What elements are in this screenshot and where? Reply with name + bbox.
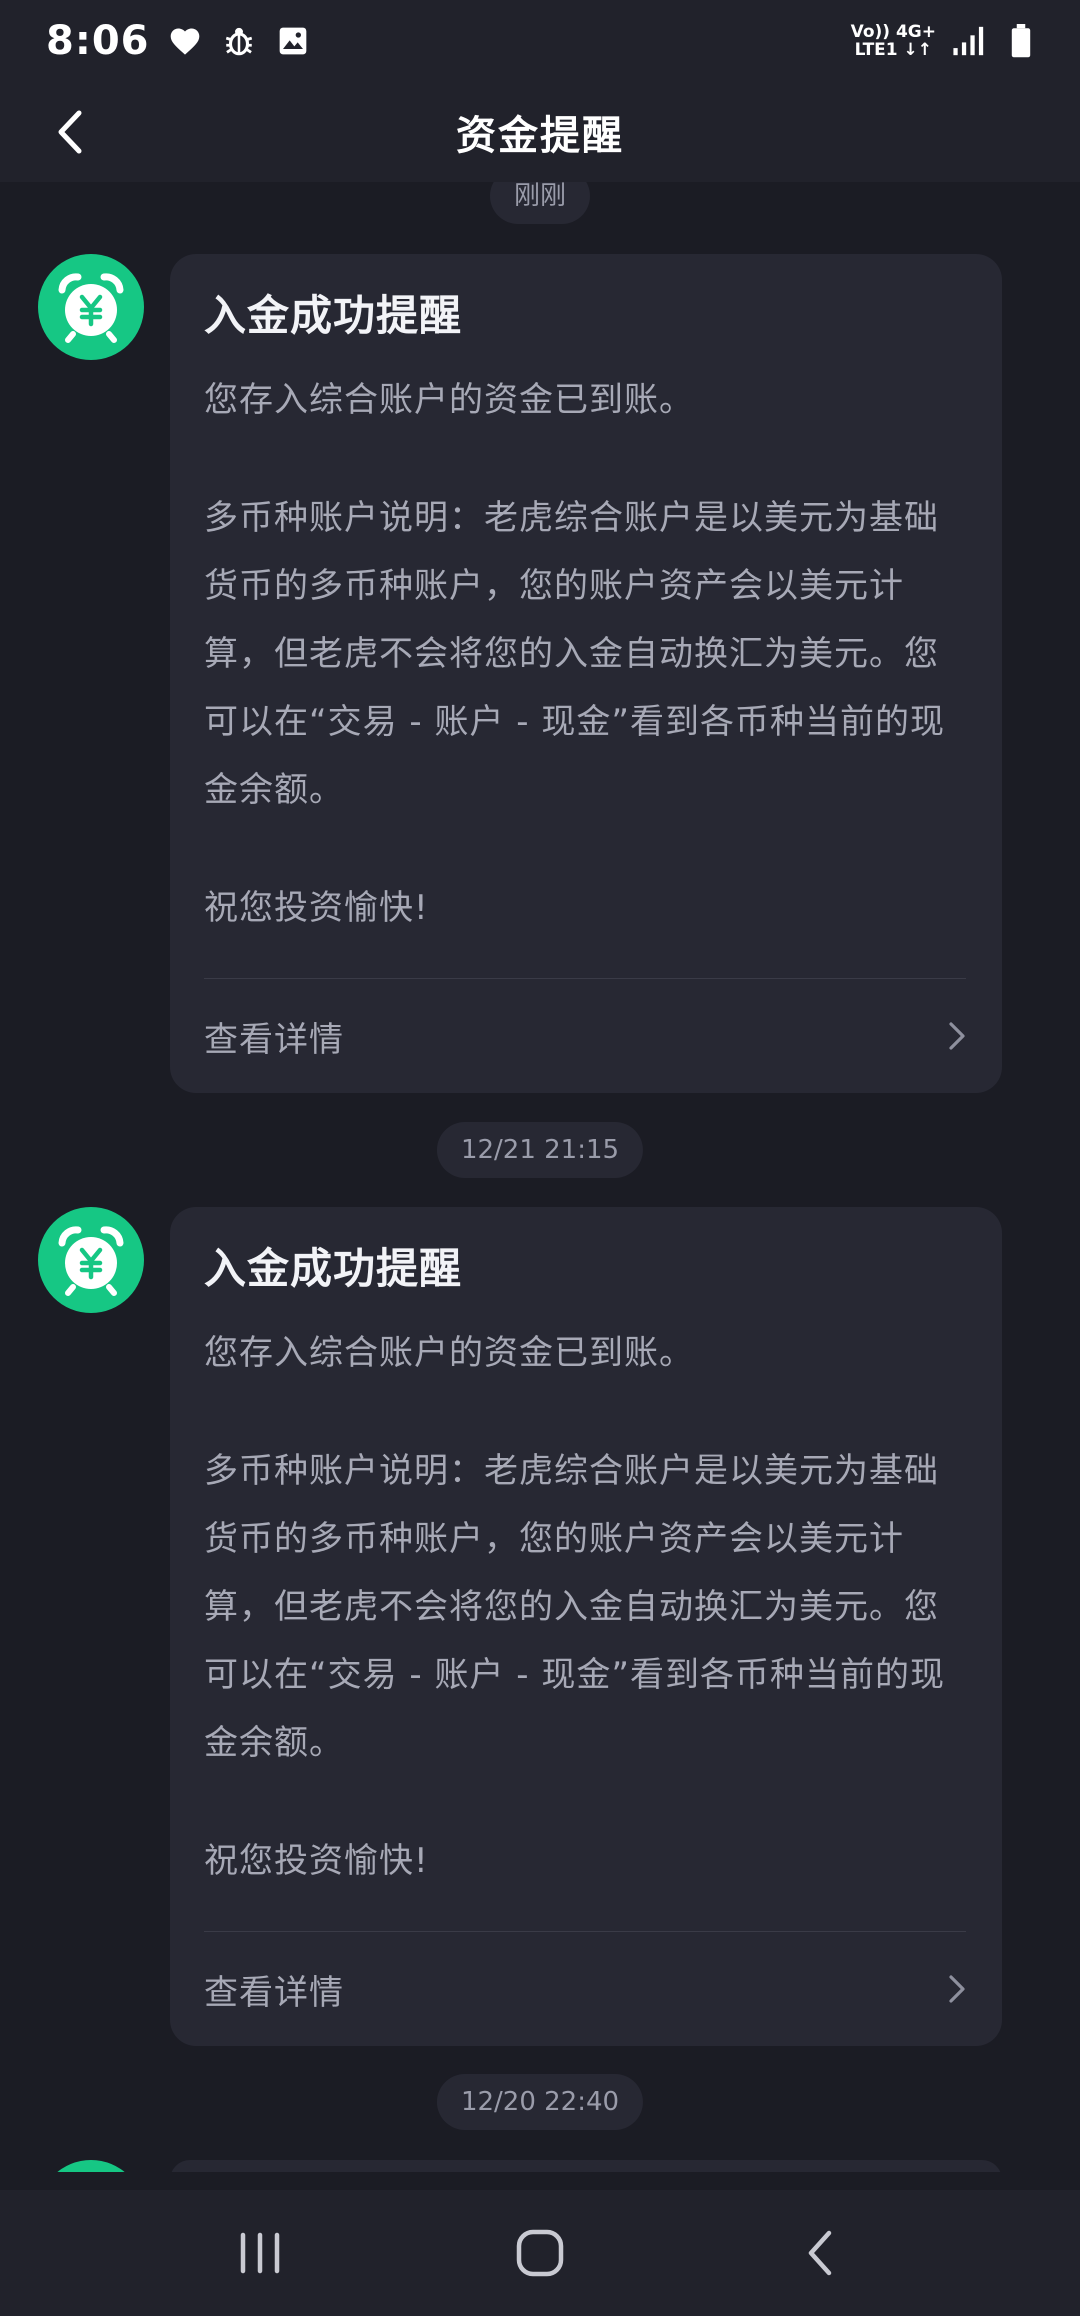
message-desc-line: 可以在“交易 - 账户 - 现金”看到各币种当前的现 [204,1655,945,1695]
message-desc-line: 货币的多币种账户，您的账户资产会以美元计 [204,1519,904,1559]
signal-icon [950,22,988,60]
network-bottom-label: LTE1 ↓↑ [854,40,933,60]
home-button[interactable] [480,2208,600,2298]
back-button[interactable] [40,102,100,162]
back-nav-button[interactable] [760,2208,880,2298]
message-desc-line: 可以在“交易 - 账户 - 现金”看到各币种当前的现 [204,702,945,742]
message-list[interactable]: 刚刚 入金成功提醒 您存入综合账户的资金已到账。 多币种账户说明：老虎综合账户是… [0,182,1080,2172]
message-timestamp: 12/21 21:15 [436,1122,644,1178]
page-title: 资金提醒 [456,113,624,159]
message-body: 您存入综合账户的资金已到账。 多币种账户说明：老虎综合账户是以美元为基础 货币的… [204,366,966,942]
chevron-right-icon [949,1022,965,1050]
status-right: Vo)) 4G+ LTE1 ↓↑ [851,22,1040,60]
alarm-yuan-avatar [38,254,144,360]
chevron-right-icon [949,1975,965,2003]
status-bar: 8:06 Vo)) 4G+ LTE1 ↓↑ [0,0,1080,82]
message-desc-line: 金余额。 [204,1723,344,1763]
recent-apps-button[interactable] [200,2208,320,2298]
bug-icon [220,22,258,60]
message-timestamp: 刚刚 [489,182,591,224]
message-desc-line: 多币种账户说明：老虎综合账户是以美元为基础 [204,1451,939,1491]
title-bar: 资金提醒 [0,82,1080,182]
message-desc-line: 算，但老虎不会将您的入金自动换汇为美元。您 [204,634,939,674]
recent-apps-icon [240,2232,280,2274]
system-nav-bar [0,2190,1080,2316]
status-left: 8:06 [46,18,312,64]
message-card [170,2160,1002,2172]
message-card: 入金成功提醒 您存入综合账户的资金已到账。 多币种账户说明：老虎综合账户是以美元… [170,254,1002,1093]
view-details-button[interactable]: 查看详情 [204,1932,966,2046]
view-details-label: 查看详情 [204,1019,344,1060]
view-details-button[interactable]: 查看详情 [204,979,966,1093]
message-card: 入金成功提醒 您存入综合账户的资金已到账。 多币种账户说明：老虎综合账户是以美元… [170,1207,1002,2046]
alarm-yuan-avatar [38,2160,144,2172]
message-title: 入金成功提醒 [204,1244,463,1293]
alarm-clock-yuan-icon [58,1226,124,1296]
message-desc-line: 多币种账户说明：老虎综合账户是以美元为基础 [204,498,939,538]
alarm-yuan-avatar [38,1207,144,1313]
message-body: 您存入综合账户的资金已到账。 多币种账户说明：老虎综合账户是以美元为基础 货币的… [204,1319,966,1895]
message-closing: 祝您投资愉快! [204,888,429,928]
home-icon [516,2229,564,2277]
message-timestamp: 12/20 22:40 [436,2074,644,2130]
network-top-label: Vo)) 4G+ [850,22,936,42]
image-icon [274,22,312,60]
alarm-clock-yuan-icon [58,273,124,343]
message-desc-line: 算，但老虎不会将您的入金自动换汇为美元。您 [204,1587,939,1627]
screen: 8:06 Vo)) 4G+ LTE1 ↓↑ 资金提醒 刚刚 入金成功提醒 您存入… [0,0,1080,2316]
message-line: 您存入综合账户的资金已到账。 [204,380,694,420]
message-desc-line: 金余额。 [204,770,344,810]
message-closing: 祝您投资愉快! [204,1841,429,1881]
status-time: 8:06 [46,18,150,64]
view-details-label: 查看详情 [204,1972,344,2013]
back-icon [808,2230,832,2276]
battery-icon [1002,22,1040,60]
network-indicator: Vo)) 4G+ LTE1 ↓↑ [851,23,936,59]
heart-icon [166,22,204,60]
message-title: 入金成功提醒 [204,291,463,340]
message-desc-line: 货币的多币种账户，您的账户资产会以美元计 [204,566,904,606]
message-line: 您存入综合账户的资金已到账。 [204,1333,694,1373]
chevron-left-icon [58,110,82,154]
